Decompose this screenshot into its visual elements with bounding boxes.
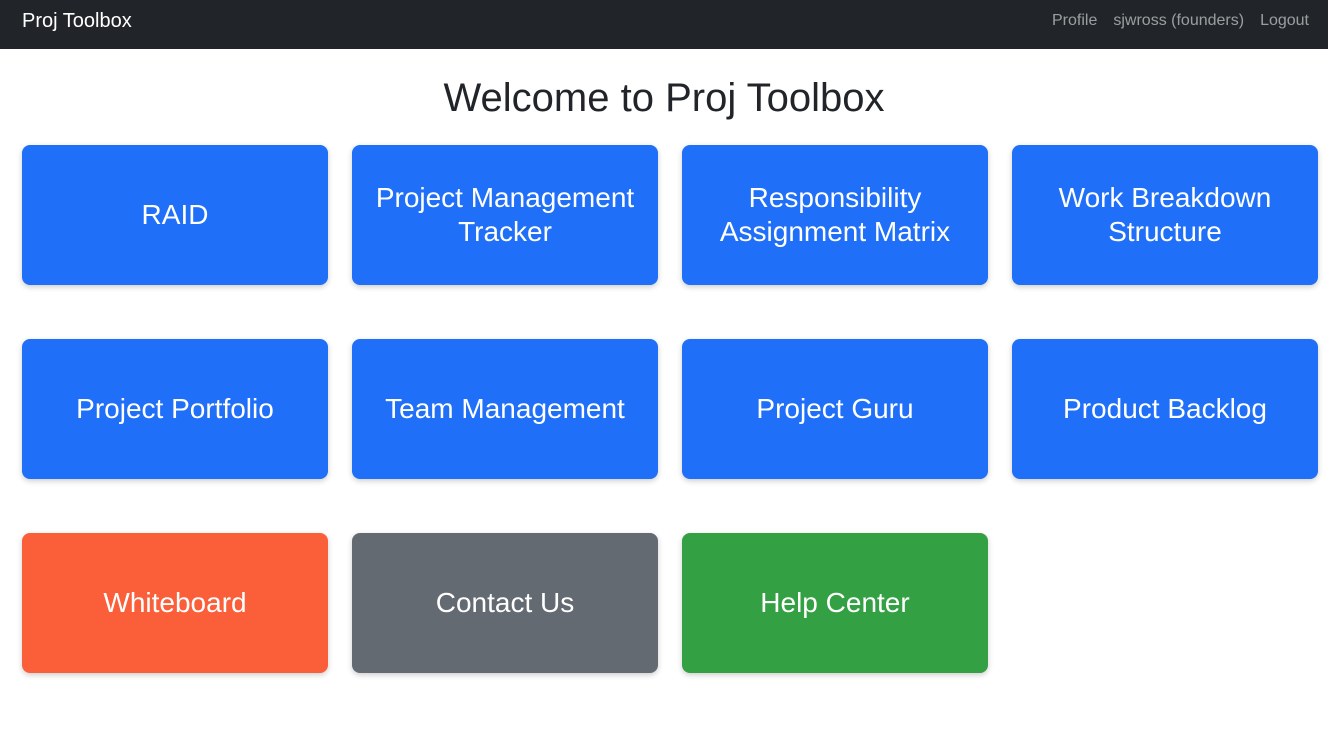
user-account-link[interactable]: sjwross (founders) (1113, 0, 1244, 42)
tile-help-center[interactable]: Help Center (682, 533, 988, 673)
tile-raid[interactable]: RAID (22, 145, 328, 285)
tile-product-backlog[interactable]: Product Backlog (1012, 339, 1318, 479)
tile-project-guru[interactable]: Project Guru (682, 339, 988, 479)
tile-label: Whiteboard (103, 587, 247, 618)
tile-contact-us[interactable]: Contact Us (352, 533, 658, 673)
tile-label: RAID (141, 199, 209, 230)
tile-label: Help Center (760, 587, 910, 618)
tile-project-portfolio[interactable]: Project Portfolio (22, 339, 328, 479)
top-navbar: Proj Toolbox Profile sjwross (founders) … (0, 0, 1328, 49)
tile-label: Project Guru (756, 393, 914, 424)
tile-label: Project Portfolio (76, 393, 274, 424)
tile-team-management[interactable]: Team Management (352, 339, 658, 479)
tile-label: Work Breakdown Structure (1058, 182, 1272, 247)
tile-responsibility-assignment-matrix[interactable]: Responsibility Assignment Matrix (682, 145, 988, 285)
tile-label: Contact Us (435, 587, 575, 618)
tile-label: Product Backlog (1063, 393, 1267, 424)
logout-link[interactable]: Logout (1260, 0, 1309, 42)
tile-label: Project Management Tracker (375, 182, 635, 247)
nav-links: Profile sjwross (founders) Logout (1052, 0, 1309, 42)
page-title: Welcome to Proj Toolbox (443, 76, 885, 120)
tile-work-breakdown-structure[interactable]: Work Breakdown Structure (1012, 145, 1318, 285)
tile-whiteboard[interactable]: Whiteboard (22, 533, 328, 673)
profile-link[interactable]: Profile (1052, 0, 1097, 42)
tile-label: Team Management (385, 393, 625, 424)
tile-label: Responsibility Assignment Matrix (719, 182, 951, 247)
brand-link[interactable]: Proj Toolbox (22, 0, 132, 42)
tile-project-management-tracker[interactable]: Project Management Tracker (352, 145, 658, 285)
